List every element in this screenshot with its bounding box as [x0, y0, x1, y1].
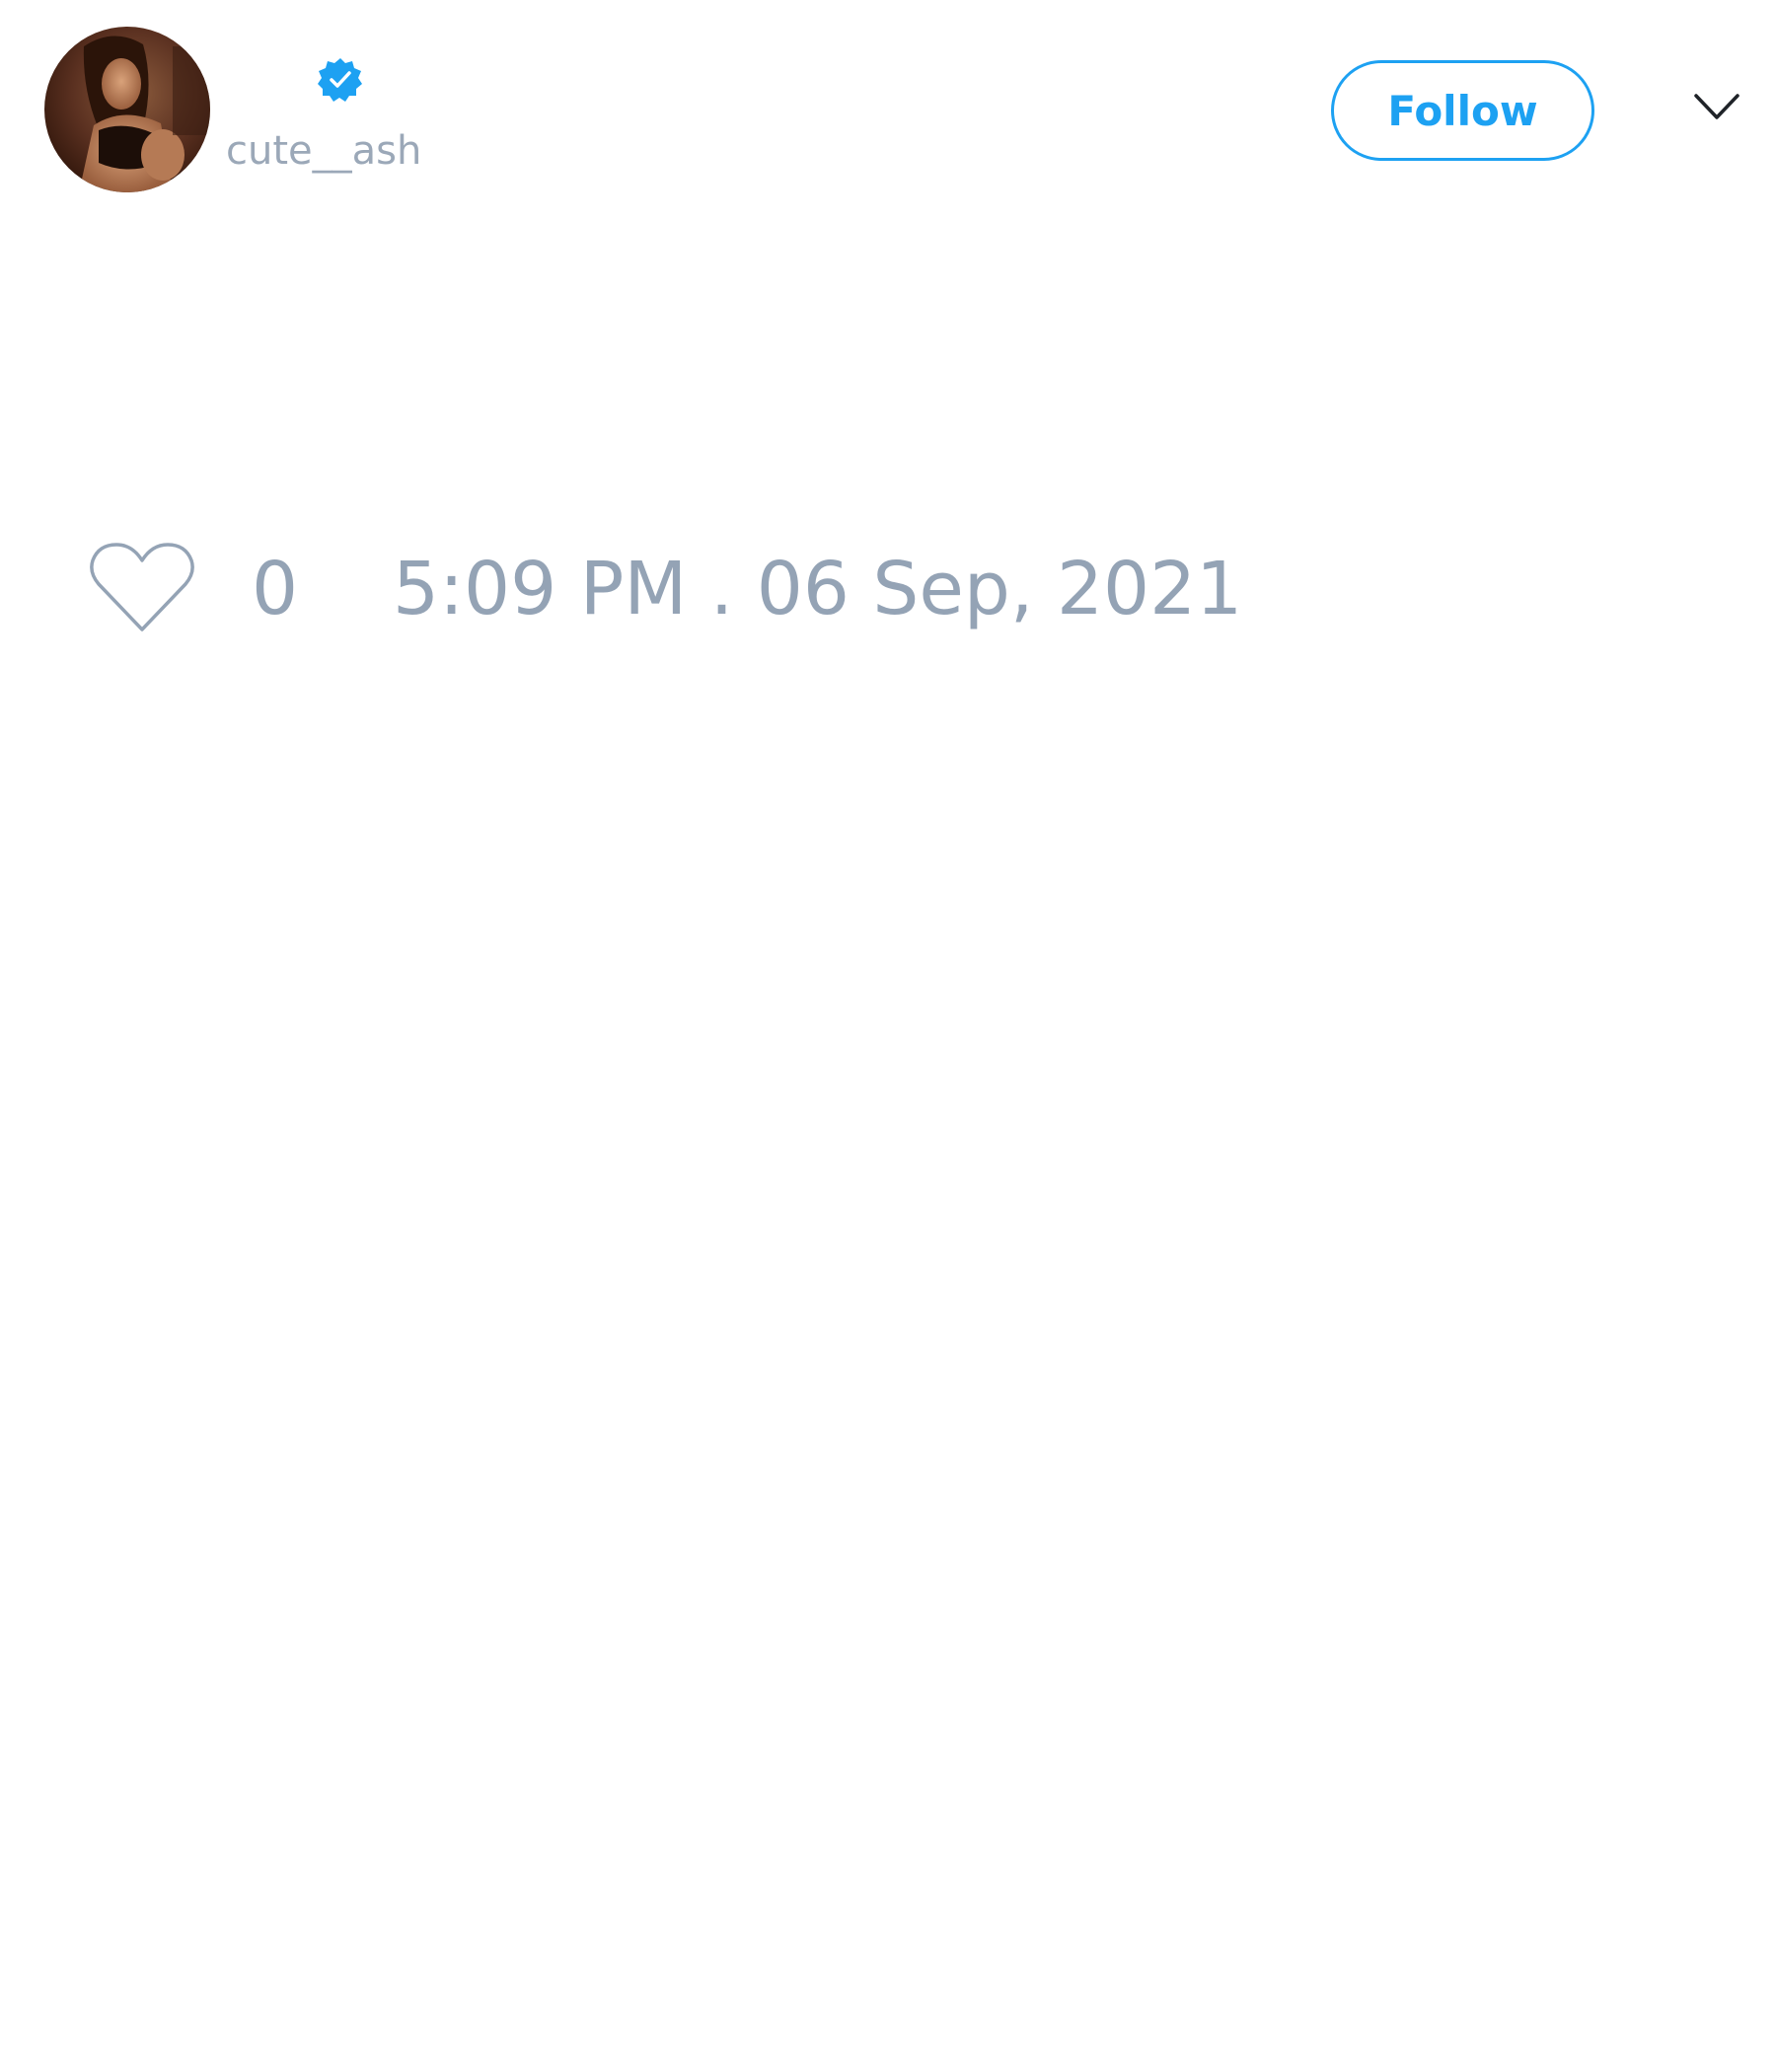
follow-button[interactable]: Follow — [1331, 60, 1594, 161]
username[interactable]: cute__ash — [226, 126, 421, 176]
avatar[interactable] — [44, 27, 210, 192]
like-count: 0 — [252, 547, 299, 631]
chevron-down-icon[interactable] — [1693, 92, 1740, 123]
heart-outline-icon[interactable] — [89, 541, 195, 635]
tweet-timestamp[interactable]: 5:09 PM . 06 Sep, 2021 — [393, 546, 1242, 632]
verified-badge-icon — [318, 57, 363, 103]
